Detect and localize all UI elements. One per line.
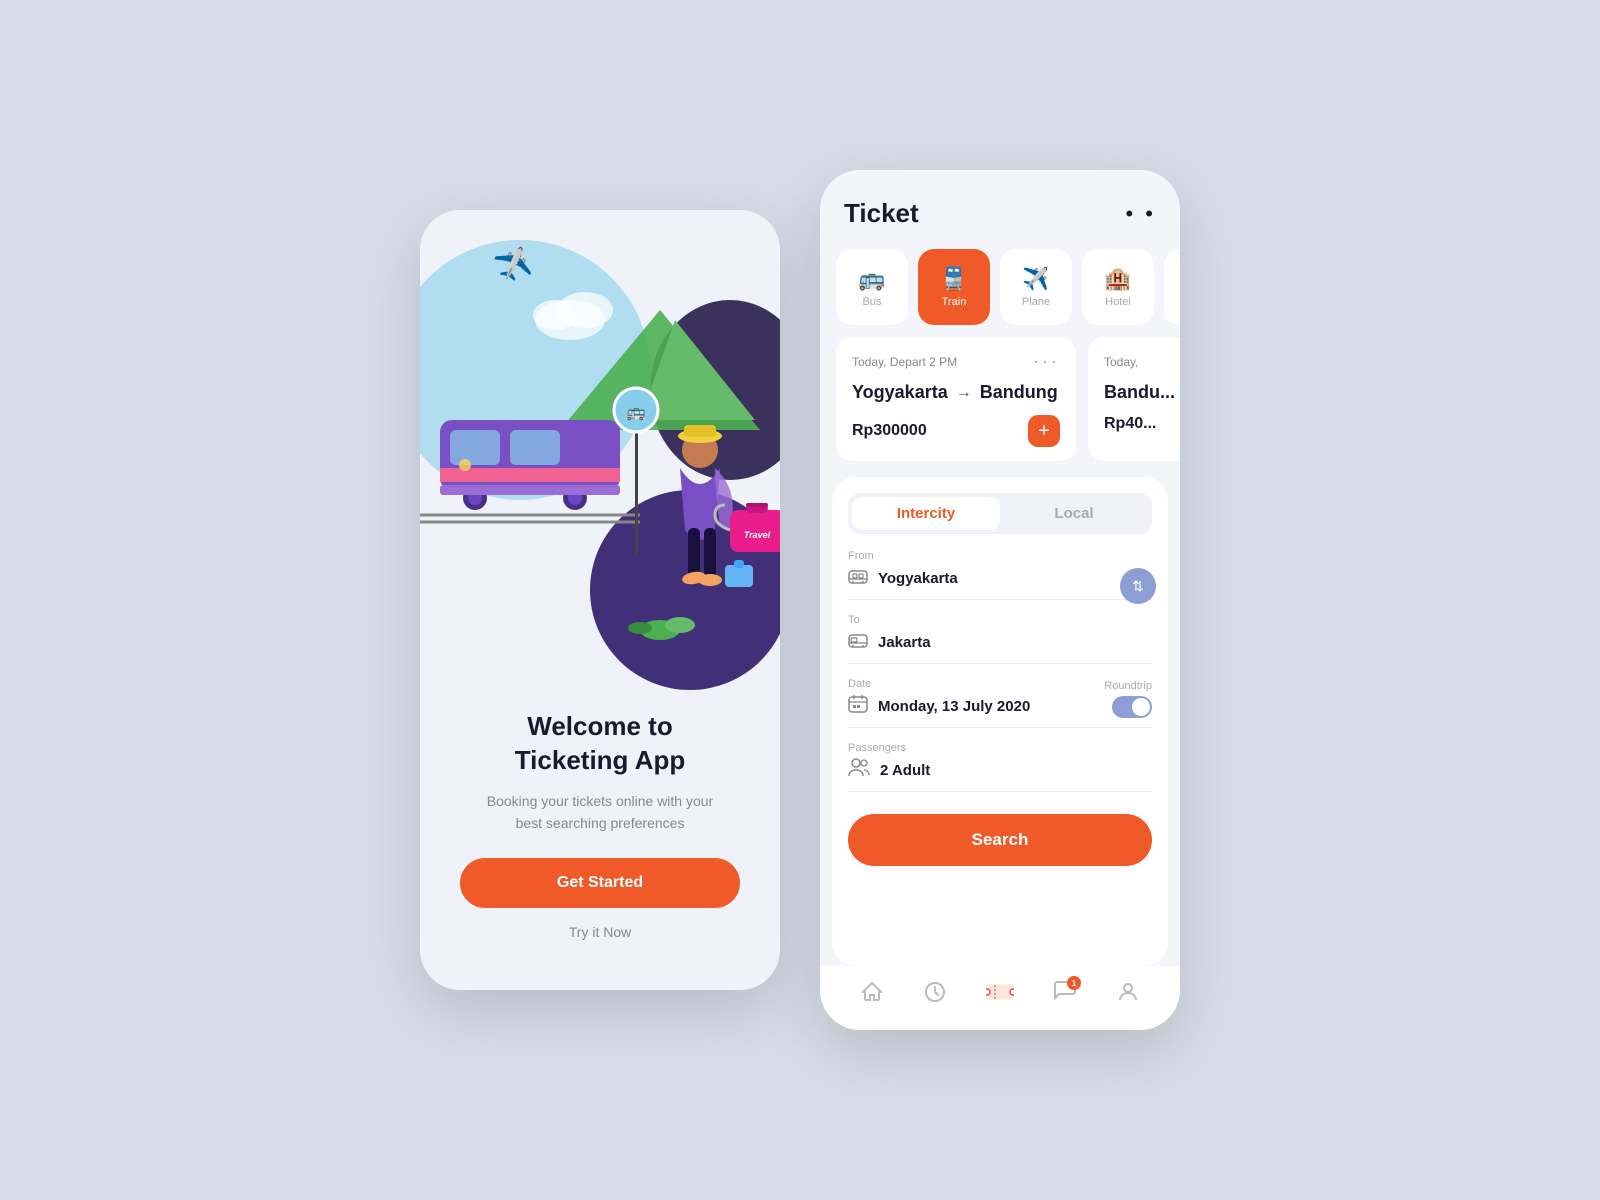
card-depart-2: Today, bbox=[1104, 355, 1138, 369]
to-field: To Jakarta bbox=[848, 614, 1152, 664]
date-field: Date Roundtrip bbox=[848, 678, 1152, 728]
station-from-icon bbox=[848, 566, 868, 591]
card-bottom-1: Rp300000 + bbox=[852, 415, 1060, 447]
card-price-1: Rp300000 bbox=[852, 422, 927, 440]
bottom-nav: 1 bbox=[820, 966, 1180, 1030]
passengers-value[interactable]: 2 Adult bbox=[880, 762, 1152, 779]
plane-icon: ✈️ bbox=[1022, 266, 1049, 292]
card-bottom-2: Rp40... bbox=[1104, 415, 1180, 433]
chat-badge: 1 bbox=[1067, 976, 1081, 990]
toggle-knob bbox=[1132, 698, 1150, 716]
card-top-1: Today, Depart 2 PM ··· bbox=[852, 351, 1060, 372]
tab-train-label: Train bbox=[942, 296, 967, 308]
profile-icon bbox=[1116, 980, 1140, 1010]
card-add-btn-1[interactable]: + bbox=[1028, 415, 1060, 447]
welcome-screen: 🚌 bbox=[420, 210, 780, 990]
route-arrow-1: → bbox=[956, 384, 972, 402]
route-to-1: Bandung bbox=[980, 382, 1058, 403]
card-depart-1: Today, Depart 2 PM bbox=[852, 355, 957, 369]
svg-text:Travel: Travel bbox=[744, 530, 771, 540]
train-icon: 🚆 bbox=[940, 266, 967, 292]
nav-profile[interactable] bbox=[1116, 980, 1140, 1010]
tab-plane-label: Plane bbox=[1022, 296, 1050, 308]
from-label: From bbox=[848, 550, 1152, 562]
to-row: Jakarta bbox=[848, 630, 1152, 664]
card-more-1[interactable]: ··· bbox=[1033, 351, 1060, 372]
svg-text:🚌: 🚌 bbox=[626, 404, 646, 421]
ticket-card-1: Today, Depart 2 PM ··· Yogyakarta → Band… bbox=[836, 337, 1076, 461]
history-icon bbox=[923, 980, 947, 1010]
home-icon bbox=[860, 980, 884, 1010]
to-value[interactable]: Jakarta bbox=[878, 634, 1152, 651]
nav-home[interactable] bbox=[860, 980, 884, 1010]
roundtrip-label: Roundtrip bbox=[1104, 680, 1152, 692]
tab-plane[interactable]: ✈️ Plane bbox=[1000, 249, 1072, 325]
welcome-title: Welcome to Ticketing App bbox=[515, 710, 685, 778]
from-field: From Yogyakarta ⇅ bbox=[848, 550, 1152, 600]
passengers-icon bbox=[848, 758, 870, 783]
search-button[interactable]: Search bbox=[848, 814, 1152, 866]
more-options-button[interactable]: • • bbox=[1125, 201, 1156, 227]
passengers-row: 2 Adult bbox=[848, 758, 1152, 792]
ticket-cards-list: Today, Depart 2 PM ··· Yogyakarta → Band… bbox=[820, 337, 1180, 477]
ticket-screen: Ticket • • 🚌 Bus 🚆 Train ✈️ Plane 🏨 Hote… bbox=[820, 170, 1180, 1030]
passengers-field: Passengers 2 Adult bbox=[848, 742, 1152, 792]
tab-train[interactable]: 🚆 Train bbox=[918, 249, 990, 325]
ticket-nav-icon bbox=[986, 980, 1014, 1010]
passengers-label: Passengers bbox=[848, 742, 1152, 754]
ticket-card-2: Today, ··· Bandu... Rp40... bbox=[1088, 337, 1180, 461]
tab-bus[interactable]: 🚌 Bus bbox=[836, 249, 908, 325]
nav-chat[interactable]: 1 bbox=[1053, 980, 1077, 1010]
ticket-title: Ticket bbox=[844, 198, 919, 229]
bus-icon: 🚌 bbox=[858, 266, 885, 292]
card-route-2: Bandu... bbox=[1104, 382, 1180, 403]
tab-hotel-label: Hotel bbox=[1105, 296, 1131, 308]
segment-tabs: Intercity Local bbox=[848, 493, 1152, 534]
date-value[interactable]: Monday, 13 July 2020 bbox=[878, 698, 1030, 715]
get-started-button[interactable]: Get Started bbox=[460, 858, 740, 908]
nav-ticket[interactable] bbox=[986, 980, 1014, 1010]
date-label: Date bbox=[848, 678, 871, 690]
calendar-icon bbox=[848, 694, 868, 719]
seg-tab-local[interactable]: Local bbox=[1000, 497, 1148, 530]
tab-hotel[interactable]: 🏨 Hotel bbox=[1082, 249, 1154, 325]
date-label-row: Date Roundtrip bbox=[848, 678, 1152, 694]
station-to-icon bbox=[848, 630, 868, 655]
to-label: To bbox=[848, 614, 1152, 626]
tab-explore[interactable]: 🗺️ Ex... bbox=[1164, 249, 1180, 325]
welcome-illustration: 🚌 bbox=[420, 210, 780, 690]
card-top-2: Today, ··· bbox=[1104, 351, 1180, 372]
tab-bus-label: Bus bbox=[863, 296, 882, 308]
from-value[interactable]: Yogyakarta bbox=[878, 570, 1152, 587]
swap-button[interactable]: ⇅ bbox=[1120, 568, 1156, 604]
from-row: Yogyakarta ⇅ bbox=[848, 566, 1152, 600]
welcome-text-area: Welcome to Ticketing App Booking your ti… bbox=[430, 690, 770, 990]
card-price-2: Rp40... bbox=[1104, 415, 1156, 433]
card-route-1: Yogyakarta → Bandung bbox=[852, 382, 1060, 403]
route-from-2: Bandu... bbox=[1104, 382, 1175, 403]
transport-tabs: 🚌 Bus 🚆 Train ✈️ Plane 🏨 Hotel 🗺️ Ex... bbox=[820, 241, 1180, 337]
nav-history[interactable] bbox=[923, 980, 947, 1010]
welcome-subtitle: Booking your tickets online with your be… bbox=[480, 790, 720, 835]
roundtrip-toggle[interactable] bbox=[1112, 696, 1152, 718]
search-section: Intercity Local From bbox=[832, 477, 1168, 966]
seg-tab-intercity[interactable]: Intercity bbox=[852, 497, 1000, 530]
date-row: Monday, 13 July 2020 bbox=[848, 694, 1152, 728]
ticket-header: Ticket • • bbox=[820, 170, 1180, 241]
try-now-link[interactable]: Try it Now bbox=[569, 924, 631, 940]
route-from-1: Yogyakarta bbox=[852, 382, 948, 403]
hotel-icon: 🏨 bbox=[1104, 266, 1131, 292]
